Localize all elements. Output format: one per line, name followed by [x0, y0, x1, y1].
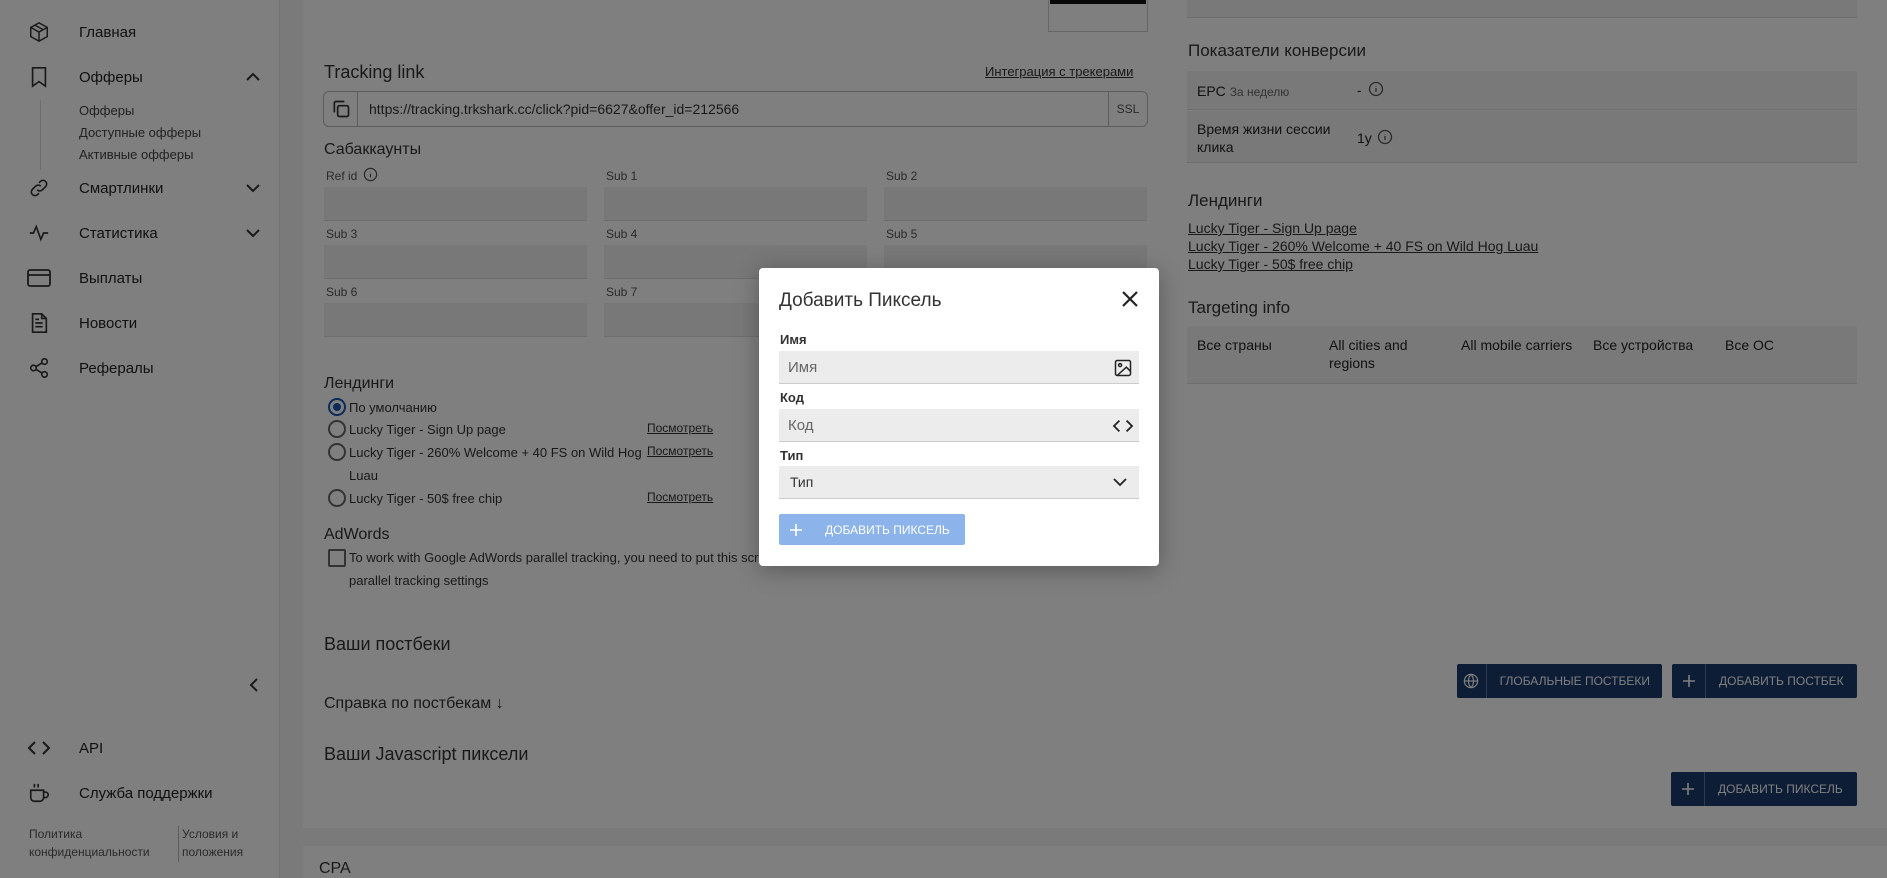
add-pixel-dialog: Добавить Пиксель Имя Код Тип Тип Добавит…	[759, 268, 1159, 566]
dialog-title: Добавить Пиксель	[779, 290, 942, 311]
type-label: Тип	[780, 448, 804, 463]
code-icon	[1111, 414, 1135, 438]
chevron-down-icon	[1113, 478, 1127, 487]
code-input[interactable]	[779, 409, 1139, 442]
image-icon	[1111, 356, 1135, 380]
button-label: Добавить пиксель	[825, 522, 950, 537]
close-icon[interactable]	[1118, 287, 1142, 311]
name-label: Имя	[780, 332, 807, 347]
plus-icon	[779, 523, 813, 537]
type-select-value: Тип	[790, 474, 814, 490]
add-pixel-submit-button[interactable]: Добавить пиксель	[779, 514, 965, 545]
type-select[interactable]: Тип	[779, 466, 1139, 499]
name-input[interactable]	[779, 351, 1139, 384]
code-label: Код	[780, 390, 804, 405]
